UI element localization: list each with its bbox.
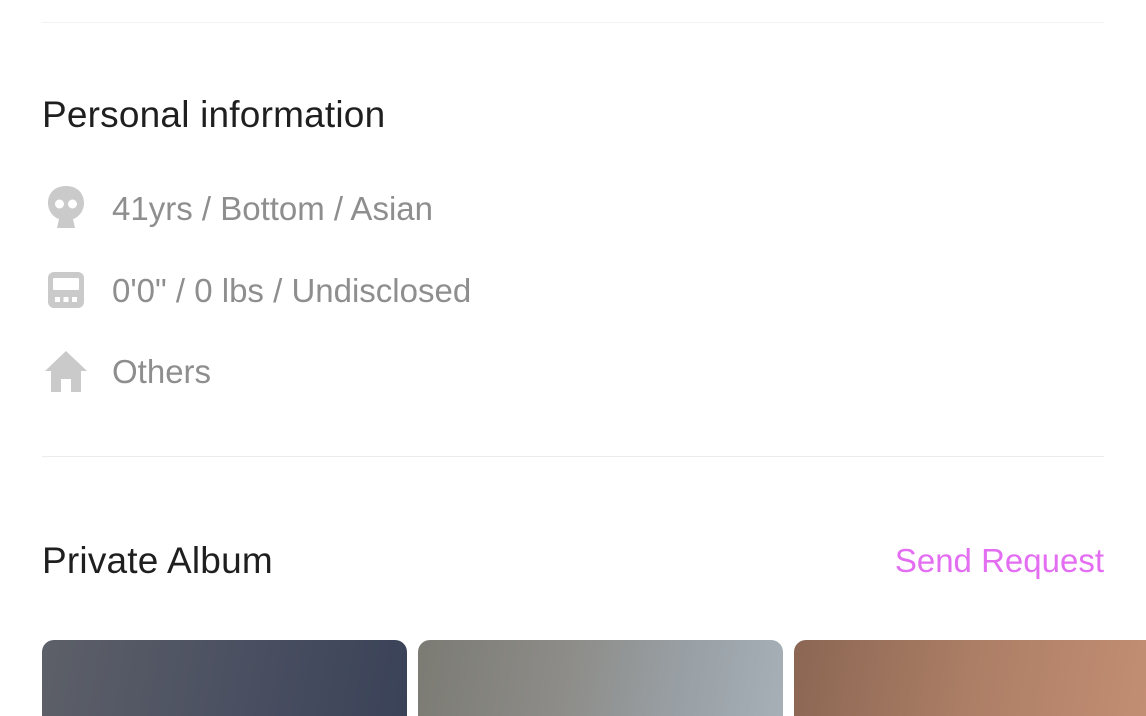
- info-row-age-role-ethnicity: 41yrs / Bottom / Asian: [42, 184, 433, 232]
- age-role-ethnicity-text: 41yrs / Bottom / Asian: [112, 189, 433, 227]
- info-row-height-weight-bodytype: 0'0" / 0 lbs / Undisclosed: [42, 266, 471, 314]
- person-head-icon: [42, 184, 90, 232]
- profile-details-screen: Personal information 41yrs / Bottom / As…: [0, 0, 1146, 716]
- personal-information-title: Personal information: [42, 94, 386, 135]
- send-request-button[interactable]: Send Request: [895, 544, 1104, 577]
- info-row-living-situation: Others: [42, 347, 211, 395]
- section-divider: [42, 456, 1104, 457]
- private-album-title: Private Album: [42, 540, 273, 581]
- body-stats-icon: [42, 266, 90, 314]
- top-divider: [42, 22, 1104, 23]
- living-situation-text: Others: [112, 352, 212, 390]
- private-album-photo-3[interactable]: [794, 640, 1146, 716]
- private-album-photo-1[interactable]: [42, 640, 407, 716]
- person-head-shape: [48, 186, 84, 228]
- private-album-photo-2[interactable]: [418, 640, 783, 716]
- home-icon: [42, 347, 90, 395]
- private-album-photo-strip: [42, 640, 1146, 716]
- height-weight-bodytype-text: 0'0" / 0 lbs / Undisclosed: [112, 271, 472, 309]
